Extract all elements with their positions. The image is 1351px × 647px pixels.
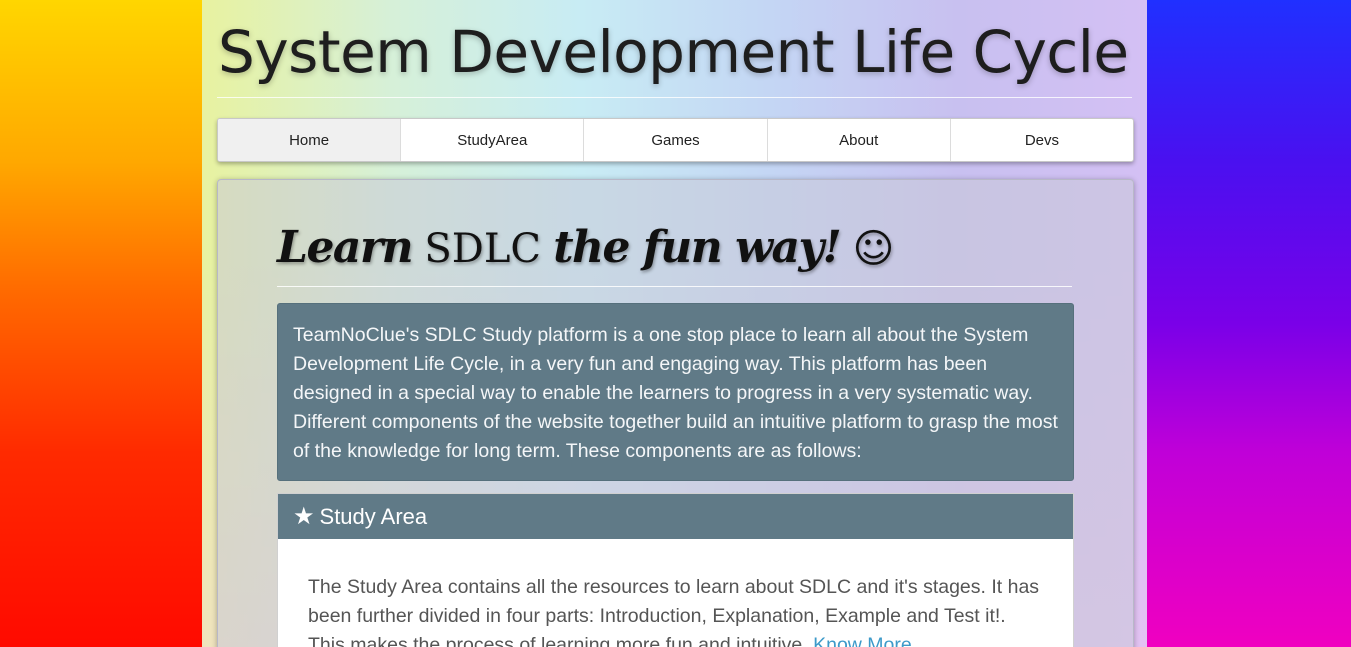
nav-item-about[interactable]: About: [768, 119, 951, 161]
study-area-description: The Study Area contains all the resource…: [308, 576, 1040, 647]
star-icon: ★: [293, 503, 315, 530]
site-title: System Development Life Cycle: [218, 18, 1129, 86]
background-left-stripe: [0, 0, 202, 647]
nav-item-games[interactable]: Games: [584, 119, 768, 161]
hero-tagline: Learn SDLC the fun way! ☺: [277, 222, 894, 273]
intro-description: TeamNoClue's SDLC Study platform is a on…: [277, 303, 1074, 481]
main-navbar: Home StudyArea Games About Devs: [217, 118, 1134, 162]
study-area-panel-body: The Study Area contains all the resource…: [278, 539, 1073, 647]
study-area-panel-title: Study Area: [319, 503, 428, 529]
tagline-learn: Learn: [277, 222, 414, 273]
study-area-panel-heading: ★ Study Area: [278, 494, 1073, 539]
smiley-icon: ☺: [852, 226, 895, 272]
study-area-panel: ★ Study Area The Study Area contains all…: [277, 493, 1074, 647]
tagline-sdlc: SDLC: [424, 226, 541, 272]
nav-item-studyarea[interactable]: StudyArea: [401, 119, 585, 161]
know-more-link[interactable]: Know More...: [813, 634, 928, 647]
nav-item-devs[interactable]: Devs: [951, 119, 1133, 161]
nav-item-home[interactable]: Home: [218, 119, 402, 161]
title-divider: [217, 97, 1132, 98]
background-right-stripe: [1147, 0, 1351, 647]
tagline-divider: [277, 286, 1072, 287]
tagline-fun-way: the fun way!: [553, 222, 842, 273]
